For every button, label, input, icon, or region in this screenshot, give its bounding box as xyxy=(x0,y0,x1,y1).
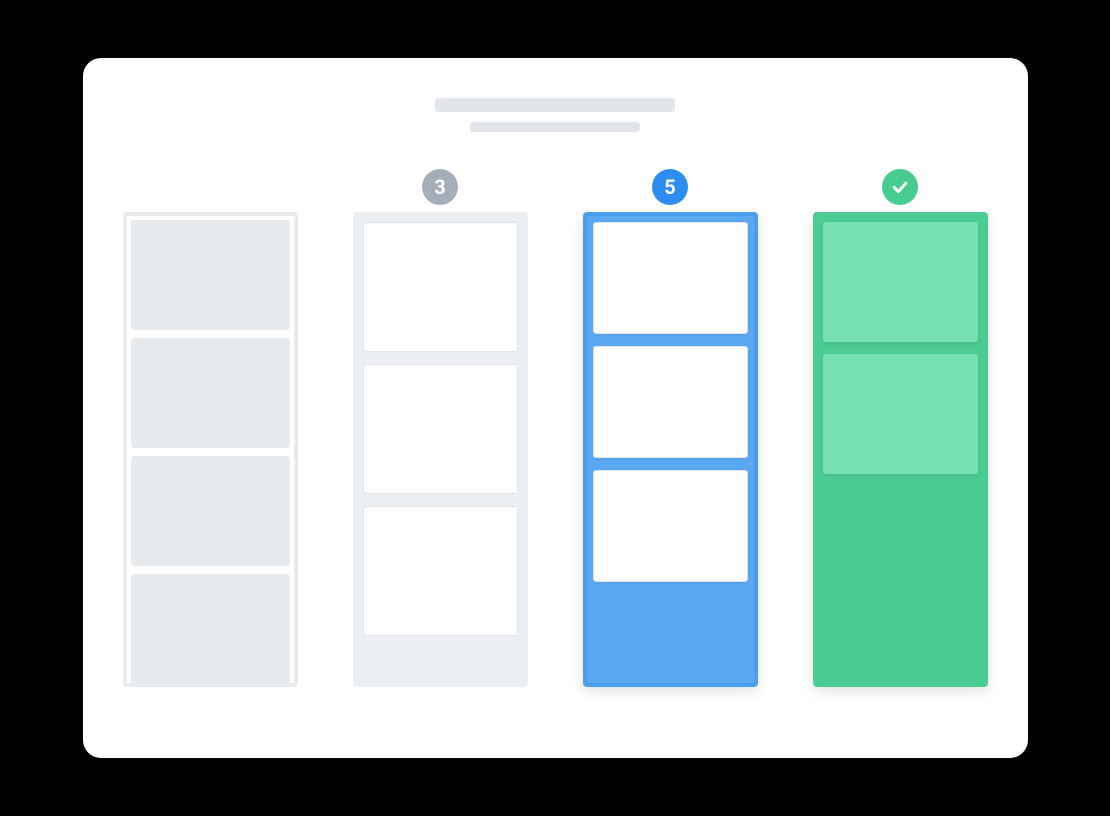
columns-container: 3 5 xyxy=(118,162,993,687)
check-badge-green xyxy=(882,169,918,205)
badge-slot: 3 xyxy=(422,162,458,212)
title-placeholder-bar xyxy=(435,98,675,112)
badge-slot xyxy=(882,162,918,212)
badge-number: 5 xyxy=(664,175,675,199)
column-1 xyxy=(123,162,298,687)
card[interactable] xyxy=(363,222,518,352)
column-box-1[interactable] xyxy=(123,212,298,687)
card[interactable] xyxy=(593,222,748,334)
check-icon xyxy=(890,177,910,197)
card[interactable] xyxy=(131,338,290,448)
card[interactable] xyxy=(131,220,290,330)
card[interactable] xyxy=(593,346,748,458)
card[interactable] xyxy=(363,364,518,494)
subtitle-placeholder-bar xyxy=(470,122,640,132)
card[interactable] xyxy=(593,470,748,582)
column-box-3[interactable] xyxy=(583,212,758,687)
column-box-4[interactable] xyxy=(813,212,988,687)
column-3: 5 xyxy=(583,162,758,687)
column-box-2[interactable] xyxy=(353,212,528,687)
column-2: 3 xyxy=(353,162,528,687)
card[interactable] xyxy=(363,506,518,636)
badge-number: 3 xyxy=(434,175,445,199)
card[interactable] xyxy=(131,456,290,566)
card[interactable] xyxy=(131,574,290,684)
card[interactable] xyxy=(823,222,978,342)
count-badge-blue: 5 xyxy=(652,169,688,205)
card[interactable] xyxy=(823,354,978,474)
badge-slot: 5 xyxy=(652,162,688,212)
header-placeholder xyxy=(118,98,993,132)
column-4 xyxy=(813,162,988,687)
wireframe-panel: 3 5 xyxy=(83,58,1028,758)
count-badge-gray: 3 xyxy=(422,169,458,205)
